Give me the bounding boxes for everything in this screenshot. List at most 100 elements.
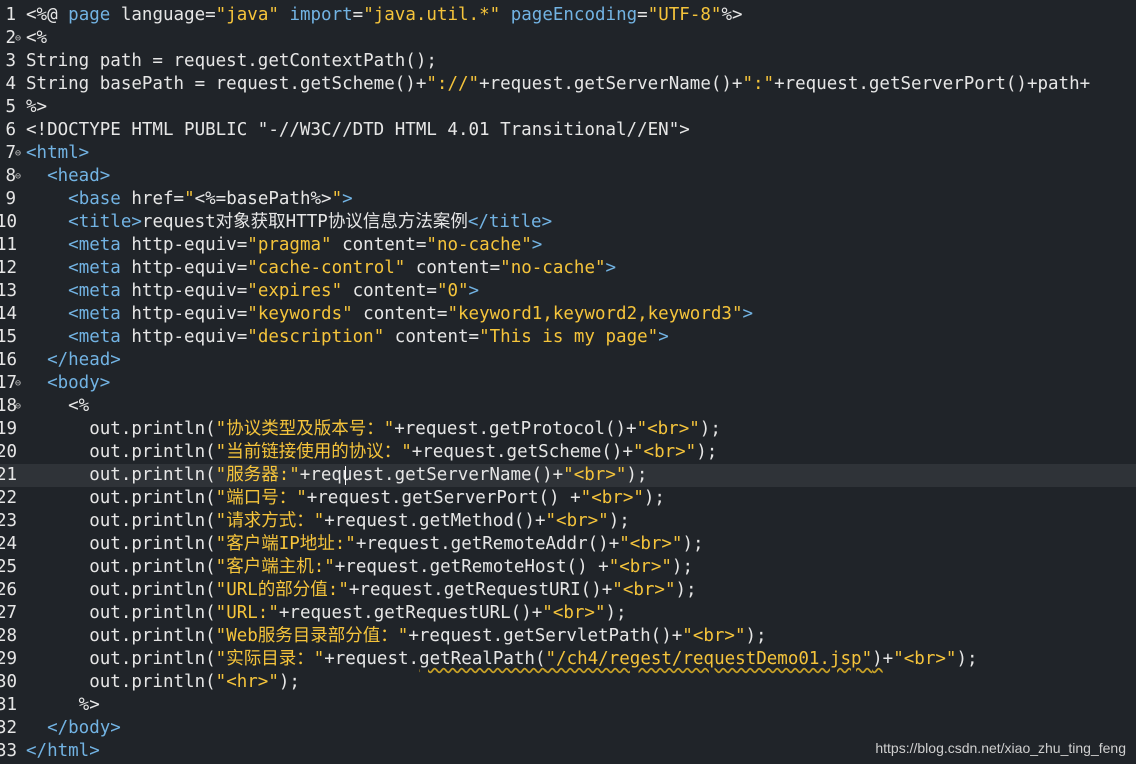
code-token: "keywords" xyxy=(247,304,353,324)
code-token: out.println( xyxy=(26,419,216,439)
code-token: ); xyxy=(682,534,704,554)
code-token: "<br>" xyxy=(633,442,697,462)
code-token: out.println( xyxy=(26,534,216,554)
code-token: "keyword1,keyword2,keyword3" xyxy=(447,304,743,324)
line-number: 27 xyxy=(0,603,18,623)
code-line[interactable]: 30 out.println("<hr>"); xyxy=(0,671,1136,694)
code-text: <% xyxy=(26,27,47,50)
line-number: 9 xyxy=(5,189,16,209)
code-token: language= xyxy=(110,5,216,25)
code-token: out.println( xyxy=(26,580,216,600)
code-token: ); xyxy=(745,626,767,646)
code-token: <% xyxy=(26,396,90,416)
code-text: out.println("实际目录："+request.getRealPath(… xyxy=(26,648,977,671)
code-token: <base xyxy=(68,189,121,209)
fold-toggle-icon[interactable]: ⊖ xyxy=(15,165,21,188)
code-line[interactable]: 15 <meta http-equiv="description" conten… xyxy=(0,326,1136,349)
code-token: "客户端主机:" xyxy=(215,557,335,577)
line-number: 6 xyxy=(5,120,16,140)
code-line[interactable]: 25 out.println("客户端主机:"+request.getRemot… xyxy=(0,556,1136,579)
code-token: out.println( xyxy=(26,649,216,669)
code-line[interactable]: 27 out.println("URL:"+request.getRequest… xyxy=(0,602,1136,625)
code-token: > xyxy=(468,281,480,301)
code-line[interactable]: 24 out.println("客户端IP地址:"+request.getRem… xyxy=(0,533,1136,556)
code-line[interactable]: 8 ⊖ <head> xyxy=(0,165,1136,188)
code-line[interactable]: 22 out.println("端口号："+request.getServerP… xyxy=(0,487,1136,510)
code-line[interactable]: 10 <title>request对象获取HTTP协议信息方法案例</title… xyxy=(0,211,1136,234)
code-line[interactable]: 20 out.println("当前链接使用的协议："+request.getS… xyxy=(0,441,1136,464)
fold-toggle-icon[interactable]: ⊖ xyxy=(15,395,21,418)
code-line[interactable]: 31 %> xyxy=(0,694,1136,717)
code-text: <head> xyxy=(26,165,110,188)
line-number: 13 xyxy=(0,281,18,301)
code-token: +request.getMethod()+ xyxy=(324,511,546,531)
code-text: String path = request.getContextPath(); xyxy=(26,50,437,73)
code-token: out.println( xyxy=(26,488,216,508)
code-text: <meta http-equiv="pragma" content="no-ca… xyxy=(26,234,542,257)
code-text: out.println("客户端IP地址:"+request.getRemote… xyxy=(26,533,704,556)
code-text: <% xyxy=(26,395,89,418)
code-token: "当前链接使用的协议：" xyxy=(215,442,412,462)
code-line[interactable]: 7 ⊖ <html> xyxy=(0,142,1136,165)
code-token: String path = request.getContextPath(); xyxy=(26,51,437,71)
code-token: <html> xyxy=(26,143,90,163)
code-token: "客户端IP地址:" xyxy=(215,534,356,554)
code-line[interactable]: 26 out.println("URL的部分值:"+request.getReq… xyxy=(0,579,1136,602)
code-token: +request.getScheme()+ xyxy=(411,442,633,462)
fold-toggle-icon[interactable]: ⊖ xyxy=(15,142,21,165)
line-number: 22 xyxy=(0,488,18,508)
code-text: </html> xyxy=(26,740,100,763)
code-text: String basePath = request.getScheme()+":… xyxy=(26,73,1090,96)
code-token: + xyxy=(882,649,894,669)
code-token: </head> xyxy=(47,350,121,370)
line-number: 19 xyxy=(0,419,18,439)
line-number: 2 xyxy=(5,28,16,48)
code-token: = xyxy=(637,5,648,25)
code-line[interactable]: 13 <meta http-equiv="expires" content="0… xyxy=(0,280,1136,303)
code-line[interactable]: 17 ⊖ <body> xyxy=(0,372,1136,395)
code-line[interactable]: 19 out.println("协议类型及版本号："+request.getPr… xyxy=(0,418,1136,441)
code-line[interactable]: 28 out.println("Web服务目录部分值："+request.get… xyxy=(0,625,1136,648)
fold-toggle-icon[interactable]: ⊖ xyxy=(15,27,21,50)
code-line[interactable]: 5 %> xyxy=(0,96,1136,119)
code-line[interactable]: 3 String path = request.getContextPath(); xyxy=(0,50,1136,73)
code-line[interactable]: 4 String basePath = request.getScheme()+"… xyxy=(0,73,1136,96)
line-number: 28 xyxy=(0,626,18,646)
code-line[interactable]: 23 out.println("请求方式："+request.getMethod… xyxy=(0,510,1136,533)
code-line[interactable]: 11 <meta http-equiv="pragma" content="no… xyxy=(0,234,1136,257)
code-token: +request.getRemoteAddr()+ xyxy=(355,534,620,554)
code-line[interactable]: 14 <meta http-equiv="keywords" content="… xyxy=(0,303,1136,326)
code-token: out.println( xyxy=(26,465,216,485)
code-text: <html> xyxy=(26,142,89,165)
line-number: 32 xyxy=(0,718,18,738)
code-token: "java" xyxy=(215,5,279,25)
code-line[interactable]: 1 <%@ page language="java" import="java.u… xyxy=(0,4,1136,27)
code-line[interactable]: 2 ⊖ <% xyxy=(0,27,1136,50)
fold-toggle-icon[interactable]: ⊖ xyxy=(15,372,21,395)
code-token: <meta xyxy=(68,258,121,278)
code-line[interactable]: 16 </head> xyxy=(0,349,1136,372)
code-token: "description" xyxy=(247,327,385,347)
line-number: 1 xyxy=(5,5,16,25)
code-token: out.println( xyxy=(26,603,216,623)
line-number: 7 xyxy=(5,143,16,163)
code-token: "<br>" xyxy=(542,603,606,623)
code-token: ); xyxy=(675,580,697,600)
code-token: "<br>" xyxy=(580,488,644,508)
code-line[interactable]: 29 out.println("实际目录："+request.getRealPa… xyxy=(0,648,1136,671)
code-line[interactable]: 6 <!DOCTYPE HTML PUBLIC "-//W3C//DTD HTML… xyxy=(0,119,1136,142)
code-text: %> xyxy=(26,694,100,717)
line-number: 25 xyxy=(0,557,18,577)
code-editor[interactable]: 1 <%@ page language="java" import="java.u… xyxy=(0,0,1136,764)
code-token: content= xyxy=(331,235,427,255)
code-line[interactable]: 32 </body> xyxy=(0,717,1136,740)
code-line[interactable]: 12 <meta http-equiv="cache-control" cont… xyxy=(0,257,1136,280)
code-line[interactable]: 9 <base href="<%=basePath%>"> xyxy=(0,188,1136,211)
code-token: http-equiv= xyxy=(120,281,248,301)
code-line[interactable]: 18 ⊖ <% xyxy=(0,395,1136,418)
code-line[interactable]: 21 out.println("服务器:"+request.getServerN… xyxy=(0,464,1136,487)
code-token: "pragma" xyxy=(247,235,332,255)
line-number: 8 xyxy=(5,166,16,186)
code-token: "<br>" xyxy=(619,534,683,554)
code-text: <meta http-equiv="keywords" content="key… xyxy=(26,303,753,326)
